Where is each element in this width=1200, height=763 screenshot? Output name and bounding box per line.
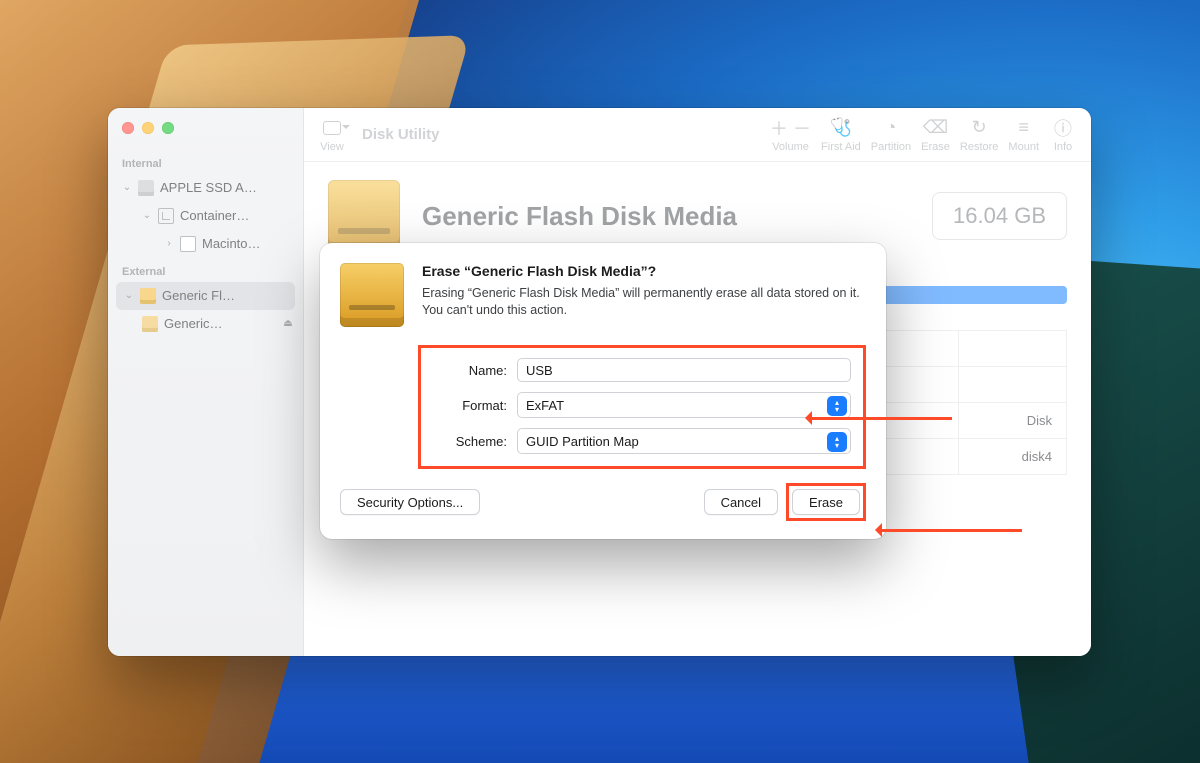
close-button[interactable] bbox=[122, 122, 134, 134]
toolbar-restore[interactable]: ↻ Restore bbox=[960, 117, 999, 153]
chevron-down-icon: ⌄ bbox=[122, 178, 132, 198]
disk-icon bbox=[142, 316, 158, 332]
toolbar-mount[interactable]: ≡ Mount bbox=[1008, 117, 1039, 153]
toolbar-volume[interactable]: ＋ － Volume bbox=[770, 117, 811, 153]
device-icon bbox=[328, 180, 400, 252]
format-label: Format: bbox=[433, 398, 507, 413]
toolbar-info[interactable]: ⓘ Info bbox=[1049, 117, 1077, 153]
scheme-value: GUID Partition Map bbox=[526, 434, 639, 449]
sidebar: Internal ⌄ APPLE SSD A… ⌄ Container… › M… bbox=[108, 108, 304, 656]
minimize-button[interactable] bbox=[142, 122, 154, 134]
toolbar-first-aid[interactable]: 🩺 First Aid bbox=[821, 117, 861, 153]
security-options-button[interactable]: Security Options... bbox=[340, 489, 480, 515]
sidebar-section-external: External bbox=[108, 258, 303, 282]
format-value: ExFAT bbox=[526, 398, 564, 413]
container-icon bbox=[158, 208, 174, 224]
device-capacity: 16.04 GB bbox=[932, 192, 1067, 240]
erase-button[interactable]: Erase bbox=[792, 489, 860, 515]
plus-minus-icon: ＋ － bbox=[770, 117, 811, 139]
disk-icon bbox=[140, 288, 156, 304]
sidebar-item-external-volume[interactable]: Generic… ⏏ bbox=[108, 310, 303, 338]
sidebar-item-external-disk[interactable]: ⌄ Generic Fl… bbox=[116, 282, 295, 310]
sidebar-item-label: Generic Fl… bbox=[162, 286, 235, 306]
window-controls bbox=[108, 118, 303, 150]
sidebar-item-internal-disk[interactable]: ⌄ APPLE SSD A… bbox=[108, 174, 303, 202]
toolbar-view[interactable]: View bbox=[318, 117, 346, 153]
erase-dialog: Erase “Generic Flash Disk Media”? Erasin… bbox=[320, 243, 886, 539]
sidebar-item-label: Generic… bbox=[164, 314, 223, 334]
cancel-button[interactable]: Cancel bbox=[704, 489, 778, 515]
stepper-icon bbox=[827, 432, 847, 452]
dialog-title: Erase “Generic Flash Disk Media”? bbox=[422, 263, 866, 279]
erase-icon: ⌫ bbox=[922, 117, 950, 139]
mount-icon: ≡ bbox=[1010, 117, 1038, 139]
sidebar-item-container[interactable]: ⌄ Container… bbox=[108, 202, 303, 230]
info-icon: ⓘ bbox=[1049, 117, 1077, 139]
volume-icon bbox=[180, 236, 196, 252]
stepper-icon bbox=[827, 396, 847, 416]
chevron-down-icon: ⌄ bbox=[142, 206, 152, 226]
erase-form-highlight: Name: Format: ExFAT Scheme: GUID Partiti… bbox=[418, 345, 866, 469]
chevron-down-icon: ⌄ bbox=[124, 286, 134, 306]
scheme-select[interactable]: GUID Partition Map bbox=[517, 428, 851, 454]
dialog-description: Erasing “Generic Flash Disk Media” will … bbox=[422, 285, 866, 319]
sidebar-section-internal: Internal bbox=[108, 150, 303, 174]
toolbar-erase[interactable]: ⌫ Erase bbox=[921, 117, 950, 153]
erase-button-highlight: Erase bbox=[786, 483, 866, 521]
name-label: Name: bbox=[433, 363, 507, 378]
disk-icon bbox=[138, 180, 154, 196]
sidebar-item-label: Macinto… bbox=[202, 234, 261, 254]
window-title: Disk Utility bbox=[362, 126, 440, 143]
sidebar-toggle-icon bbox=[323, 121, 341, 135]
first-aid-icon: 🩺 bbox=[827, 117, 855, 139]
eject-icon[interactable]: ⏏ bbox=[283, 314, 293, 334]
scheme-label: Scheme: bbox=[433, 434, 507, 449]
name-input[interactable] bbox=[517, 358, 851, 382]
sidebar-item-label: APPLE SSD A… bbox=[160, 178, 257, 198]
zoom-button[interactable] bbox=[162, 122, 174, 134]
sidebar-item-label: Container… bbox=[180, 206, 249, 226]
partition-icon: ◔ bbox=[877, 117, 905, 139]
device-icon bbox=[340, 263, 404, 327]
sidebar-item-volume[interactable]: › Macinto… bbox=[108, 230, 303, 258]
toolbar: View Disk Utility ＋ － Volume 🩺 First Aid… bbox=[304, 108, 1091, 162]
toolbar-partition[interactable]: ◔ Partition bbox=[871, 117, 911, 153]
chevron-right-icon: › bbox=[164, 234, 174, 254]
device-title: Generic Flash Disk Media bbox=[422, 201, 737, 232]
restore-icon: ↻ bbox=[965, 117, 993, 139]
